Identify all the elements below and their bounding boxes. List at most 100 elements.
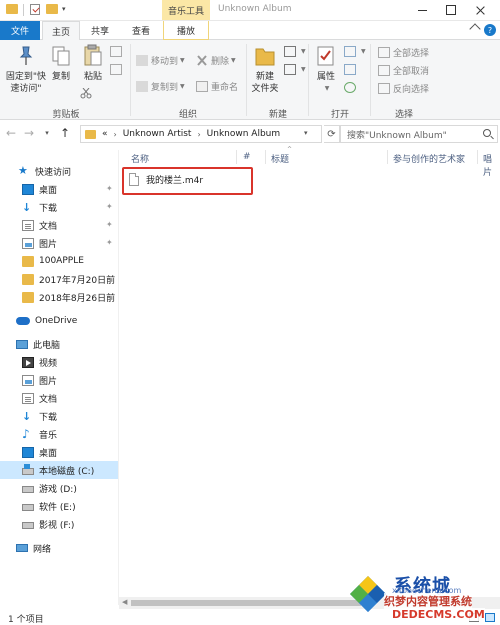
tab-view[interactable]: 查看 [122, 21, 160, 40]
picture-icon [22, 374, 34, 386]
copy-label: 复制 [51, 72, 70, 82]
history-button[interactable] [344, 82, 359, 93]
sidebar-item-pc-documents[interactable]: 文档 [0, 389, 118, 407]
tab-home[interactable]: 主页 [42, 21, 80, 41]
new-item-icon [284, 46, 296, 57]
delete-button[interactable]: 删除 ▼ [196, 54, 236, 67]
address-bar[interactable]: « › Unknown Artist › Unknown Album [80, 125, 322, 143]
sidebar-item-pc-desktop[interactable]: 桌面 [0, 443, 118, 461]
minimize-button[interactable] [414, 3, 430, 17]
ribbon-collapse-icon[interactable] [469, 23, 481, 35]
sidebar-item-drive-e[interactable]: 软件 (E:) [0, 497, 118, 515]
search-placeholder: 搜索"Unknown Album" [347, 130, 447, 141]
select-all-icon [378, 47, 390, 58]
pin-icon[interactable]: ✦ [106, 203, 113, 211]
column-header-artist[interactable]: 参与创作的艺术家 [393, 152, 465, 165]
sidebar-item-onedrive[interactable]: OneDrive [0, 312, 118, 330]
address-dropdown-icon[interactable]: ▾ [304, 129, 308, 137]
document-icon [22, 392, 34, 404]
column-divider[interactable] [477, 150, 478, 164]
invert-selection-button[interactable]: 反向选择 [378, 82, 429, 95]
sidebar-item-pc-pictures[interactable]: 图片 [0, 371, 118, 389]
sidebar-item-this-pc[interactable]: 此电脑 [0, 335, 118, 353]
copy-to-button[interactable]: 复制到 ▼ [136, 80, 185, 93]
copy-path-button[interactable] [110, 64, 125, 75]
sidebar-item-pictures[interactable]: 图片 ✦ [0, 234, 118, 252]
up-button[interactable]: ↑ [58, 126, 72, 140]
sidebar-item-folder-2017[interactable]: 2017年7月20日前 [0, 270, 118, 288]
column-header-title[interactable]: 标题 [271, 152, 289, 165]
refresh-button[interactable]: ⟳ [324, 125, 340, 143]
new-folder-button[interactable]: 新建 文件夹 [249, 44, 281, 95]
easy-access-button[interactable]: ▼ [284, 64, 306, 75]
folder-icon [85, 129, 96, 139]
file-list: ^ 名称 # 标题 参与创作的艺术家 唱片 我的楼兰.m4r [119, 146, 500, 601]
sidebar-item-documents[interactable]: 文档 ✦ [0, 216, 118, 234]
sidebar-item-drive-d[interactable]: 游戏 (D:) [0, 479, 118, 497]
column-header-number[interactable]: # [243, 152, 251, 162]
column-divider[interactable] [387, 150, 388, 164]
edit-button[interactable] [344, 64, 359, 75]
sidebar-item-videos[interactable]: 视频 [0, 353, 118, 371]
sidebar-item-desktop[interactable]: 桌面 ✦ [0, 180, 118, 198]
drive-c-icon [22, 463, 34, 475]
tab-share[interactable]: 共享 [83, 21, 117, 40]
open-button[interactable]: ▼ [344, 46, 366, 57]
watermark: 系统城 xitongcheng.com 织梦内容管理系统 DEDECMS.COM [348, 572, 500, 625]
sidebar-item-downloads[interactable]: ↓ 下载 ✦ [0, 198, 118, 216]
scroll-left-icon[interactable]: ◀ [122, 598, 127, 606]
sidebar-item-folder-2018[interactable]: 2018年8月26日前 [0, 288, 118, 306]
cut-scissors-button[interactable] [80, 87, 95, 99]
column-header-album[interactable]: 唱片 [483, 152, 500, 178]
scrollbar-thumb[interactable] [131, 600, 361, 606]
back-button[interactable]: ← [4, 126, 18, 140]
sidebar-item-network[interactable]: 网络 [0, 539, 118, 557]
sidebar-item-pc-downloads[interactable]: ↓ 下载 [0, 407, 118, 425]
new-item-button[interactable]: ▼ [284, 46, 306, 57]
close-button[interactable] [472, 3, 488, 17]
column-divider[interactable] [265, 150, 266, 164]
pin-icon[interactable]: ✦ [106, 185, 113, 193]
breadcrumb-overflow[interactable]: « [102, 129, 108, 139]
customize-quick-access-dropdown[interactable]: ▾ [62, 5, 66, 13]
rename-button[interactable]: 重命名 [196, 80, 238, 93]
paste-button[interactable]: 粘贴 [78, 44, 108, 83]
maximize-button[interactable] [443, 3, 459, 17]
copy-button[interactable]: 复制 [48, 44, 74, 83]
rename-icon [196, 81, 208, 92]
sidebar-item-label: 下载 [39, 412, 58, 423]
folder-icon [22, 255, 34, 267]
column-header-name[interactable]: 名称 [131, 152, 149, 165]
tab-play[interactable]: 播放 [163, 21, 209, 40]
select-none-button[interactable]: 全部取消 [378, 64, 429, 77]
breadcrumb-unknown-album[interactable]: Unknown Album [207, 129, 280, 139]
move-to-label: 移动到 [151, 57, 179, 67]
properties-button[interactable]: 属性 ▼ [312, 44, 340, 95]
music-tools-context-tab: 音乐工具 [162, 0, 210, 20]
watermark-cn: 织梦内容管理系统 [384, 593, 472, 609]
breadcrumb-unknown-artist[interactable]: Unknown Artist [123, 129, 192, 139]
select-group-label: 选择 [394, 110, 413, 120]
sidebar-item-music[interactable]: ♪ 音乐 [0, 425, 118, 443]
forward-button[interactable]: → [22, 126, 36, 140]
help-icon[interactable]: ? [484, 24, 496, 36]
recent-locations-dropdown[interactable]: ▾ [40, 126, 54, 140]
sidebar-item-drive-c[interactable]: 本地磁盘 (C:) [0, 461, 118, 479]
sidebar-item-quick-access[interactable]: ★ 快速访问 [0, 162, 118, 180]
sidebar-item-100apple[interactable]: 100APPLE [0, 252, 118, 270]
properties-quick-icon[interactable] [30, 4, 40, 15]
move-to-button[interactable]: 移动到 ▼ [136, 54, 185, 67]
pin-icon[interactable]: ✦ [106, 239, 113, 247]
select-all-button[interactable]: 全部选择 [378, 46, 429, 59]
search-input[interactable]: 搜索"Unknown Album" [340, 125, 498, 143]
star-icon: ★ [18, 164, 28, 177]
new-folder-quick-icon[interactable] [46, 4, 58, 14]
picture-icon [22, 237, 34, 249]
pin-icon[interactable]: ✦ [106, 221, 113, 229]
column-divider[interactable] [236, 150, 237, 164]
pin-quick-access-button[interactable]: 固定到"快 速访问" [4, 44, 48, 95]
tab-file[interactable]: 文件 [0, 21, 40, 40]
chevron-down-icon: ▼ [180, 83, 185, 90]
cut-button[interactable] [110, 46, 125, 57]
sidebar-item-drive-f[interactable]: 影视 (F:) [0, 515, 118, 533]
